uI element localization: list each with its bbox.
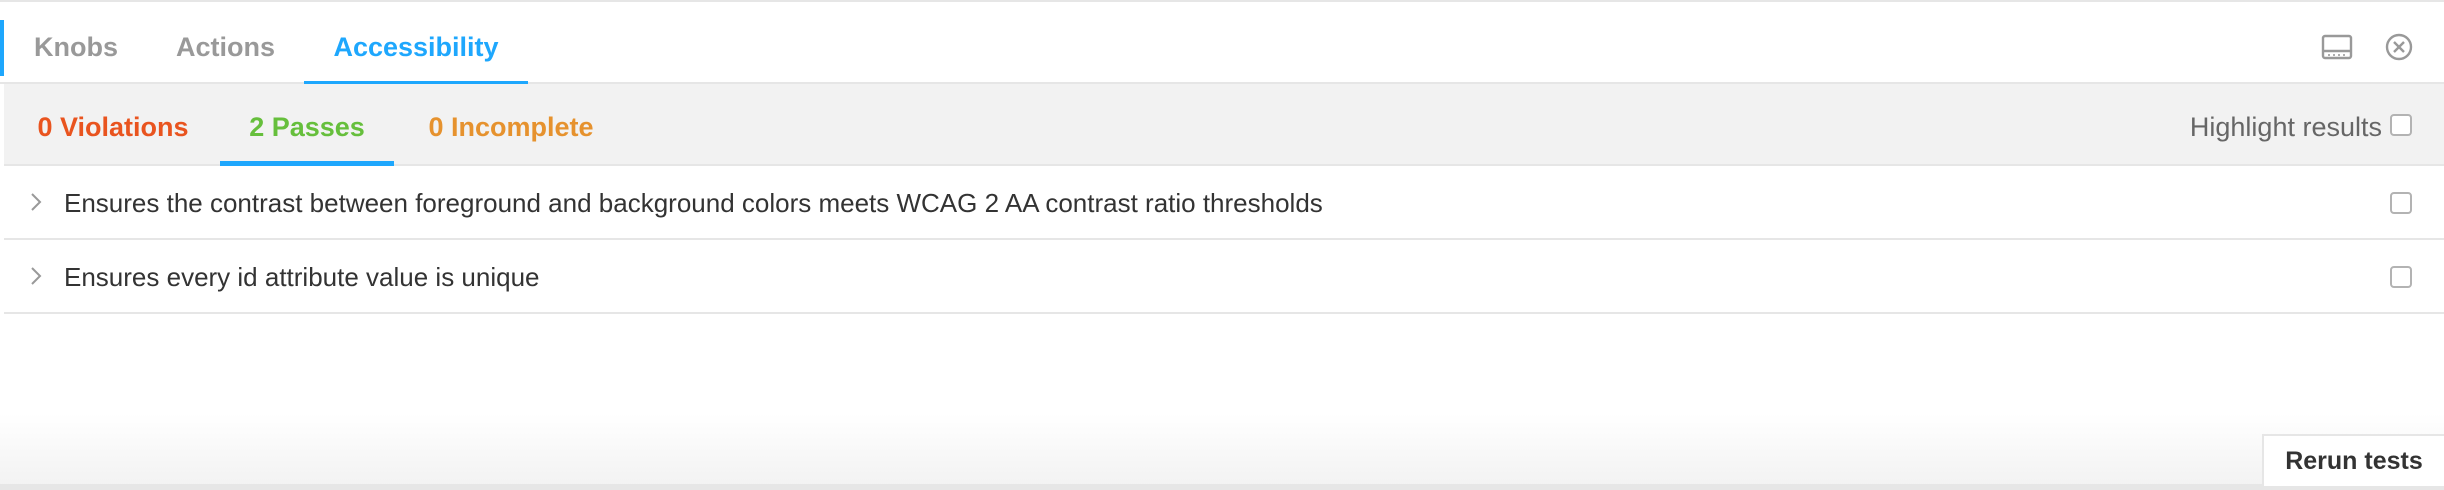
panel-layout-icon[interactable]	[2320, 30, 2354, 64]
result-description: Ensures the contrast between foreground …	[64, 188, 1323, 218]
chevron-right-icon[interactable]	[26, 190, 46, 214]
tab-incomplete[interactable]: 0 Incomplete	[422, 84, 600, 164]
bottom-fade	[0, 414, 2444, 490]
addon-tab-bar: Knobs Actions Accessibility	[0, 4, 2444, 86]
result-highlight-checkbox[interactable]	[2390, 266, 2412, 288]
result-description: Ensures every id attribute value is uniq…	[64, 262, 540, 292]
rerun-tests-button[interactable]: Rerun tests	[2262, 434, 2444, 486]
tab-violations[interactable]: 0 Violations	[34, 84, 192, 164]
highlight-results-checkbox[interactable]	[2390, 114, 2412, 136]
close-icon[interactable]	[2382, 30, 2416, 64]
tab-knobs[interactable]: Knobs	[34, 4, 118, 84]
result-highlight-checkbox[interactable]	[2390, 192, 2412, 214]
result-row[interactable]: Ensures every id attribute value is uniq…	[4, 240, 2444, 314]
addon-panel: Knobs Actions Accessibility 0 Violations…	[0, 0, 2444, 490]
highlight-results-label: Highlight results	[2189, 112, 2382, 142]
tab-actions[interactable]: Actions	[176, 4, 275, 84]
chevron-right-icon[interactable]	[26, 264, 46, 288]
result-row[interactable]: Ensures the contrast between foreground …	[4, 166, 2444, 240]
tab-passes[interactable]: 2 Passes	[220, 84, 394, 166]
bottom-divider	[0, 484, 2444, 490]
a11y-results-tab-bar: 0 Violations 2 Passes 0 Incomplete Highl…	[4, 84, 2444, 166]
active-panel-indicator	[0, 20, 4, 76]
tab-accessibility[interactable]: Accessibility	[304, 4, 528, 86]
